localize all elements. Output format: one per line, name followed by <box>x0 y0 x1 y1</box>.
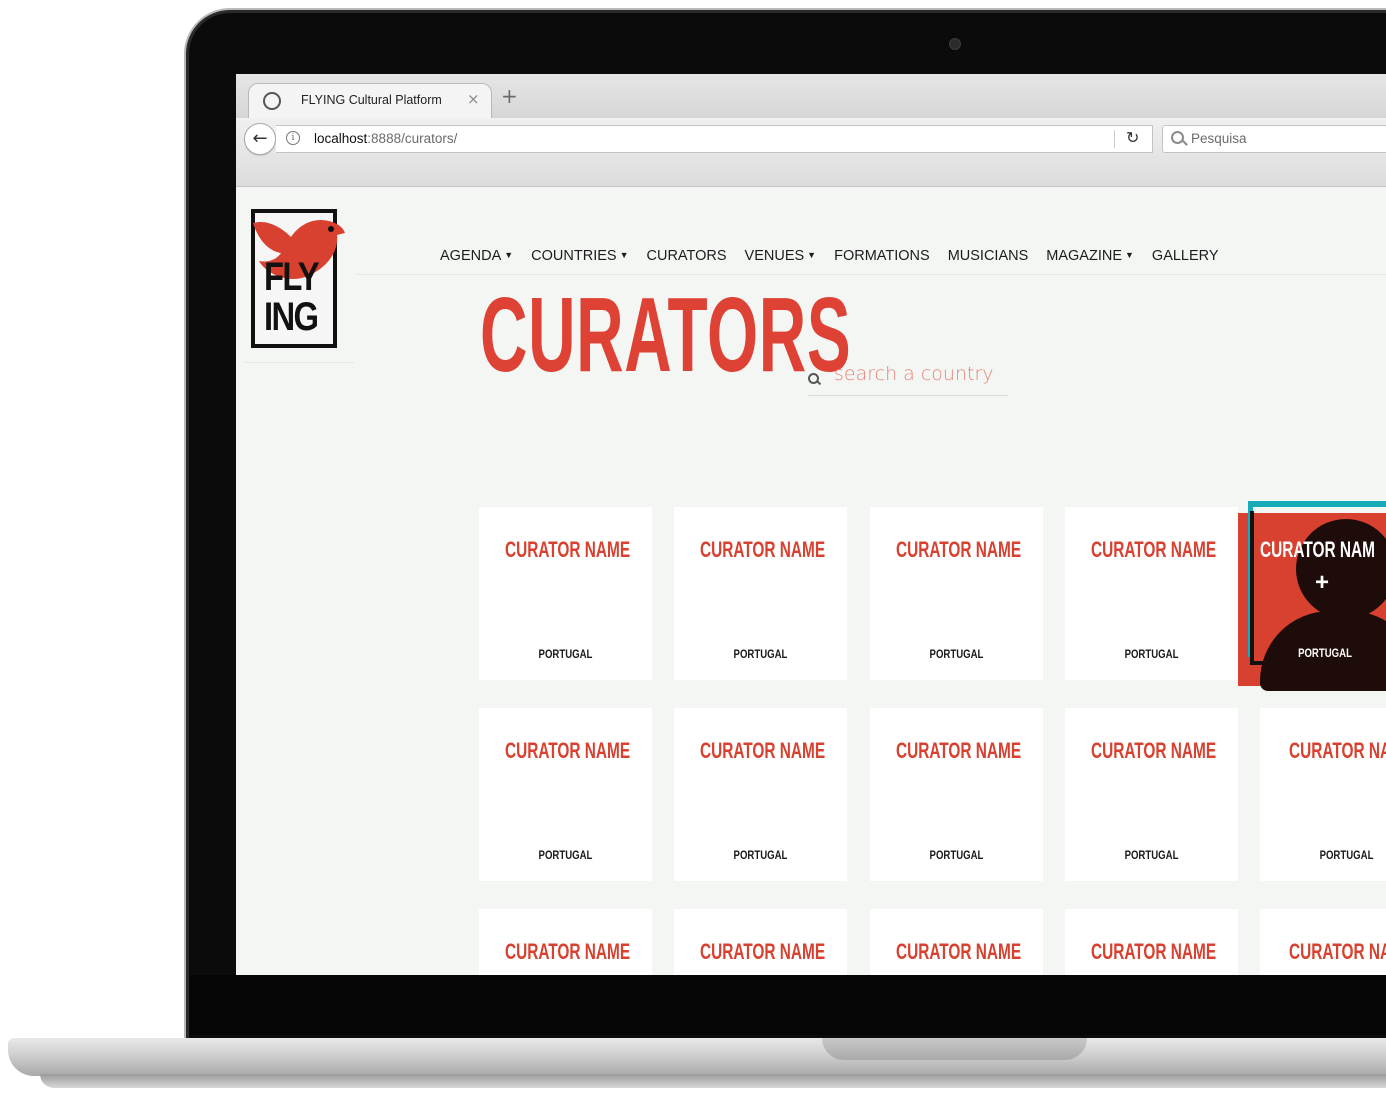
arrow-left-icon: ← <box>252 128 268 149</box>
country-search-placeholder: search a country <box>834 363 994 385</box>
curator-name: CURATOR NAME <box>895 939 1022 964</box>
nav-item-formations[interactable]: FORMATIONS <box>834 248 930 264</box>
curator-name: CURATOR NAME <box>699 738 826 763</box>
nav-label: CURATORS <box>646 248 727 264</box>
curator-card[interactable]: CURATOR NAM <box>1260 909 1386 975</box>
curator-card[interactable]: CURATOR NAME PORTUGAL <box>479 708 652 881</box>
curator-country: PORTUGAL <box>1124 647 1179 661</box>
search-icon <box>1171 131 1184 144</box>
favicon-icon <box>263 92 281 110</box>
curator-card[interactable]: CURATOR NAME PORTUGAL <box>1065 507 1238 680</box>
curator-card[interactable]: CURATOR NAME <box>870 909 1043 975</box>
nav-label: GALLERY <box>1151 248 1219 264</box>
curator-name: CURATOR NAM <box>1289 738 1386 763</box>
curator-name: CURATOR NAM <box>1260 537 1375 562</box>
curator-name: CURATOR NAME <box>895 738 1022 763</box>
curator-name: CURATOR NAM <box>1289 939 1386 964</box>
curator-name: CURATOR NAME <box>504 738 631 763</box>
curator-country: PORTUGAL <box>1319 848 1374 862</box>
back-button[interactable]: ← <box>244 123 276 155</box>
camera-icon <box>949 38 961 50</box>
plus-icon[interactable]: + <box>1315 569 1329 597</box>
nav-label: MUSICIANS <box>947 248 1029 264</box>
caret-down-icon: ▼ <box>504 250 514 260</box>
nav-item-countries[interactable]: COUNTRIES ▼ <box>531 248 628 264</box>
info-icon[interactable]: i <box>286 131 300 145</box>
url-text[interactable]: localhost:8888/curators/ <box>314 131 457 146</box>
nav-label: VENUES <box>744 248 805 264</box>
page-content: FLY ING AGENDA ▼ COUNTRIES ▼ CURATORS VENU… <box>236 187 1386 975</box>
caret-down-icon: ▼ <box>619 250 629 260</box>
laptop-base <box>8 1038 1386 1076</box>
curator-name: CURATOR NAME <box>1090 939 1217 964</box>
nav-label: AGENDA <box>440 248 502 264</box>
curator-card[interactable]: CURATOR NAME PORTUGAL <box>870 507 1043 680</box>
search-icon <box>808 373 819 384</box>
curator-country: PORTUGAL <box>733 647 788 661</box>
curator-name: CURATOR NAME <box>504 939 631 964</box>
curator-country: PORTUGAL <box>538 848 593 862</box>
main-nav: AGENDA ▼ COUNTRIES ▼ CURATORS VENUES ▼ FORM… <box>440 248 1219 264</box>
browser-tab[interactable]: FLYING Cultural Platform × <box>248 83 492 119</box>
nav-item-gallery[interactable]: GALLERY <box>1152 248 1219 264</box>
logo-text-ing: ING <box>264 295 319 339</box>
logo-text-fly: FLY <box>264 255 320 299</box>
tab-bar: FLYING Cultural Platform × + <box>236 74 1386 119</box>
avatar-head-icon <box>1296 519 1386 619</box>
browser-window: FLYING Cultural Platform × + ← i localho… <box>236 74 1386 975</box>
curator-card[interactable]: CURATOR NAME PORTUGAL <box>479 507 652 680</box>
caret-down-icon: ▼ <box>807 250 817 260</box>
logo-divider <box>244 362 354 363</box>
nav-item-magazine[interactable]: MAGAZINE ▼ <box>1046 248 1134 264</box>
reload-icon[interactable]: ↻ <box>1126 128 1139 147</box>
site-logo[interactable]: FLY ING <box>251 209 345 348</box>
nav-label: COUNTRIES <box>531 248 617 264</box>
curator-country: PORTUGAL <box>1298 646 1352 660</box>
curator-card[interactable]: CURATOR NAME PORTUGAL <box>674 708 847 881</box>
curator-card[interactable]: CURATOR NAME PORTUGAL <box>674 507 847 680</box>
separator <box>1114 130 1115 148</box>
curator-card[interactable]: CURATOR NAME <box>479 909 652 975</box>
curator-name: CURATOR NAME <box>504 537 631 562</box>
curator-country: PORTUGAL <box>929 848 984 862</box>
curator-country: PORTUGAL <box>929 647 984 661</box>
url-path: :8888/curators/ <box>367 131 458 146</box>
url-host: localhost <box>314 131 368 146</box>
search-placeholder: Pesquisa <box>1191 131 1247 146</box>
country-search-field[interactable]: search a country <box>808 359 1008 396</box>
curator-country: PORTUGAL <box>1124 848 1179 862</box>
nav-label: MAGAZINE <box>1046 248 1122 264</box>
nav-divider <box>356 274 1386 275</box>
laptop-notch <box>822 1038 1087 1060</box>
nav-item-musicians[interactable]: MUSICIANS <box>948 248 1029 264</box>
curator-name: CURATOR NAME <box>699 939 826 964</box>
nav-item-curators[interactable]: CURATORS <box>647 248 727 264</box>
curator-name: CURATOR NAME <box>1090 537 1217 562</box>
tab-close-icon[interactable]: × <box>467 90 480 108</box>
curator-card[interactable]: CURATOR NAME <box>674 909 847 975</box>
laptop-base-edge <box>40 1074 1386 1088</box>
address-bar[interactable]: i localhost:8888/curators/ ↻ <box>276 125 1153 153</box>
curator-country: PORTUGAL <box>538 647 593 661</box>
nav-item-venues[interactable]: VENUES ▼ <box>745 248 817 264</box>
curator-card[interactable]: CURATOR NAME <box>1065 909 1238 975</box>
curator-name: CURATOR NAME <box>895 537 1022 562</box>
curator-card-hovered[interactable]: CURATOR NAM + PORTUGAL <box>1238 501 1386 691</box>
page-title: CURATORS <box>480 276 852 394</box>
screen-bezel <box>190 975 1386 1035</box>
curator-card[interactable]: CURATOR NAM PORTUGAL <box>1260 708 1386 881</box>
caret-down-icon: ▼ <box>1125 250 1134 260</box>
curator-card[interactable]: CURATOR NAME PORTUGAL <box>870 708 1043 881</box>
curator-country: PORTUGAL <box>733 848 788 862</box>
navigation-toolbar: ← i localhost:8888/curators/ ↻ Pesquisa <box>236 118 1386 187</box>
nav-label: FORMATIONS <box>834 248 930 264</box>
curator-name: CURATOR NAME <box>699 537 826 562</box>
curator-card[interactable]: CURATOR NAME PORTUGAL <box>1065 708 1238 881</box>
tab-title: FLYING Cultural Platform <box>301 93 442 107</box>
new-tab-icon[interactable]: + <box>501 86 518 106</box>
curator-name: CURATOR NAME <box>1090 738 1217 763</box>
browser-search-field[interactable]: Pesquisa <box>1162 125 1386 153</box>
nav-item-agenda[interactable]: AGENDA ▼ <box>440 248 513 264</box>
